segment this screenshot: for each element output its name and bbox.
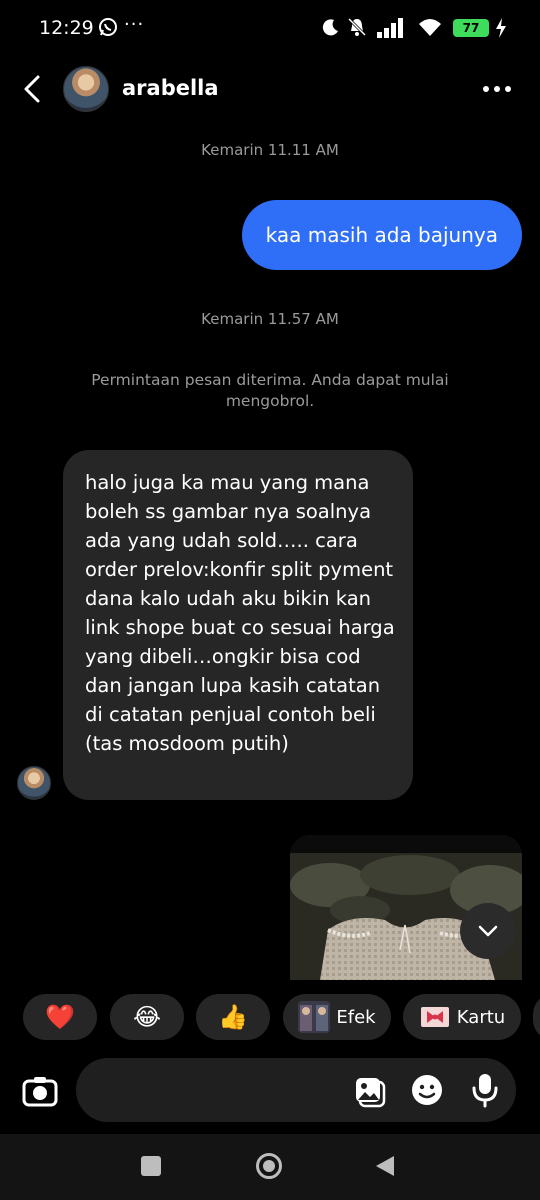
- camera-icon[interactable]: [20, 1071, 60, 1111]
- react-thumbs-button[interactable]: 👍: [196, 994, 270, 1040]
- mic-icon[interactable]: [470, 1072, 500, 1108]
- outgoing-message[interactable]: kaa masih ada bajunya: [241, 200, 522, 270]
- card-label: Kartu: [456, 1006, 506, 1028]
- effects-button[interactable]: Efek: [283, 994, 391, 1040]
- status-more-dots: ···: [124, 14, 145, 35]
- incoming-message[interactable]: halo juga ka mau yang mana boleh ss gamb…: [63, 450, 413, 800]
- battery-indicator: 77: [453, 19, 489, 37]
- react-heart-button[interactable]: ❤️: [23, 994, 97, 1040]
- heart-emoji: ❤️: [45, 1003, 75, 1031]
- thumbs-up-emoji: 👍: [218, 1003, 248, 1031]
- nav-back-button[interactable]: [374, 1154, 396, 1178]
- moon-icon: [322, 19, 338, 36]
- screen: 12:29 ··· 77 arabella Kemarin 11.11 AM k…: [0, 0, 540, 1200]
- system-nav-bar: [0, 1134, 540, 1200]
- contact-name[interactable]: arabella: [122, 76, 219, 100]
- whatsapp-icon: [99, 18, 117, 36]
- recents-button[interactable]: [141, 1156, 161, 1176]
- sticker-icon[interactable]: [410, 1073, 444, 1107]
- react-laugh-button[interactable]: 😂: [110, 994, 184, 1040]
- effects-thumbnail: [298, 1001, 331, 1033]
- more-reactions-button[interactable]: [533, 994, 540, 1040]
- chevron-down-icon: [478, 925, 498, 937]
- avatar[interactable]: [63, 66, 109, 112]
- chat-header: arabella: [0, 58, 540, 122]
- composer: [0, 1056, 540, 1126]
- message-input[interactable]: [76, 1058, 516, 1122]
- quick-reactions: ❤️ 😂 👍 Efek Kartu: [0, 994, 540, 1040]
- home-button[interactable]: [255, 1152, 283, 1180]
- status-bar: 12:29 ··· 77: [0, 0, 540, 58]
- sender-avatar: [17, 766, 51, 800]
- back-icon[interactable]: [20, 74, 44, 104]
- gallery-icon[interactable]: [352, 1074, 386, 1108]
- bell-mute-icon: [347, 17, 367, 37]
- message-timestamp: Kemarin 11.57 AM: [201, 310, 339, 328]
- status-time: 12:29: [39, 17, 94, 39]
- card-thumbnail: [420, 1007, 449, 1027]
- more-icon[interactable]: [480, 78, 514, 100]
- card-button[interactable]: Kartu: [403, 994, 521, 1040]
- system-note: Permintaan pesan diterima. Anda dapat mu…: [91, 371, 449, 410]
- laugh-emoji: 😂: [132, 1003, 162, 1031]
- charging-icon: [496, 18, 506, 38]
- wifi-icon: [419, 19, 441, 36]
- message-timestamp: Kemarin 11.11 AM: [201, 141, 339, 159]
- scroll-down-button[interactable]: [460, 903, 516, 959]
- effects-label: Efek: [336, 1006, 376, 1028]
- signal-icon: [377, 18, 403, 38]
